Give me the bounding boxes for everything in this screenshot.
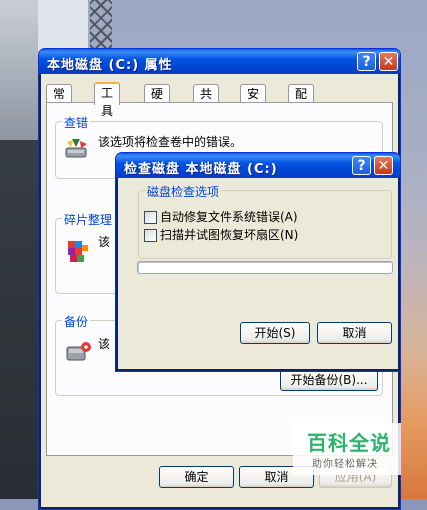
chk-close-button[interactable]: ✕ [374,156,393,175]
start-backup-button[interactable]: 开始备份(B)... [280,369,378,391]
check-progress-bar [137,261,393,274]
backup-icon [66,342,91,361]
props-title: 本地磁盘 (C:) 属性 [47,58,173,73]
tab-sharing[interactable]: 共享 [193,84,220,119]
tab-general[interactable]: 常规 [46,84,73,119]
props-close-button[interactable]: ✕ [379,52,398,71]
watermark-main: 百科全说 [307,431,391,455]
scan-recover-label: 扫描并试图恢复坏扇区(N) [160,228,299,242]
check-disk-dialog: 检查磁盘 本地磁盘 (C:) ? ✕ 磁盘检查选项 自动修复文件系统错误(A) … [115,152,401,372]
props-titlebar[interactable]: 本地磁盘 (C:) 属性 ? ✕ [39,49,400,74]
disk-check-options-group: 磁盘检查选项 自动修复文件系统错误(A) 扫描并试图恢复坏扇区(N) [138,183,392,259]
watermark-sub: 助你轻松解决 [312,459,378,470]
tab-tools[interactable]: 工具 [94,82,121,118]
tab-hardware[interactable]: 硬件 [144,84,171,119]
scan-recover-checkbox[interactable] [144,229,157,242]
auto-fix-checkbox[interactable] [144,211,157,224]
backup-text: 该 [98,337,111,351]
ok-button[interactable]: 确定 [159,466,234,488]
props-help-button[interactable]: ? [357,52,376,71]
chk-titlebar[interactable]: 检查磁盘 本地磁盘 (C:) ? ✕ [116,153,400,178]
chk-cancel-button[interactable]: 取消 [317,322,392,344]
watermark: 百科全说 助你轻松解决 [293,423,401,475]
backup-label: 备份 [62,313,91,330]
start-check-button[interactable]: 开始(S) [240,322,310,344]
desktop-light-strip [0,0,38,140]
chk-help-button[interactable]: ? [352,156,371,175]
tab-security[interactable]: 安全 [240,84,267,119]
error-check-label: 查错 [62,114,91,131]
chk-title: 检查磁盘 本地磁盘 (C:) [124,162,278,177]
defrag-text: 该 [98,235,111,249]
tab-quota[interactable]: 配额 [288,84,315,119]
disk-check-options-label: 磁盘检查选项 [145,183,222,200]
auto-fix-label: 自动修复文件系统错误(A) [160,210,298,224]
check-disk-icon [65,139,87,158]
error-check-text: 该选项将检查卷中的错误。 [98,135,243,149]
defrag-label: 碎片整理 [62,211,115,228]
defrag-icon [68,241,88,262]
